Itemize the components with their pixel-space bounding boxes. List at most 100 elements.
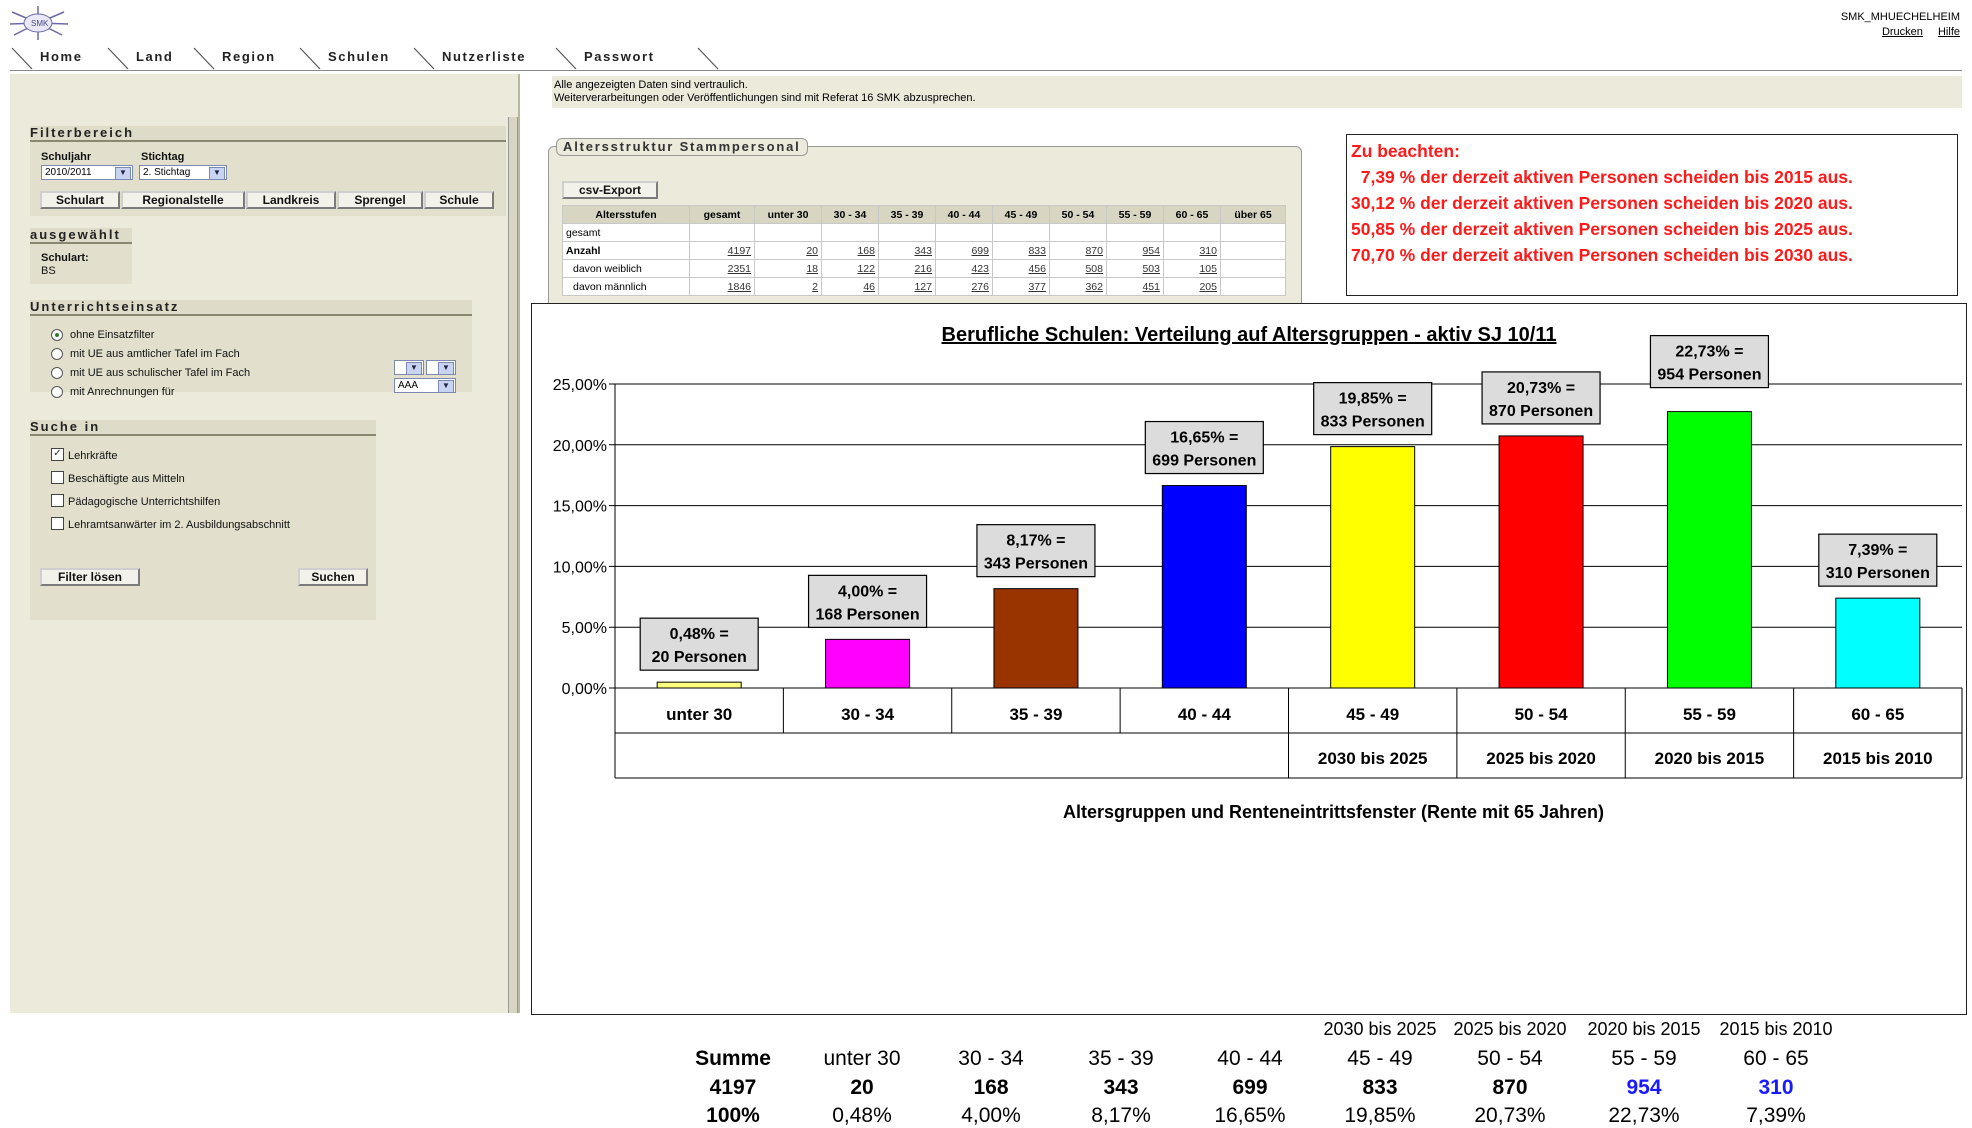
bar — [1666, 411, 1752, 689]
stichtag-select[interactable]: 2. Stichtag ▼ — [139, 165, 227, 180]
table-cell[interactable]: 4197 — [689, 241, 755, 260]
table-cell[interactable]: 310 — [1163, 241, 1221, 260]
table-cell[interactable]: 122 — [821, 259, 879, 278]
regionalstelle-button[interactable]: Regionalstelle — [121, 191, 245, 209]
table-cell — [689, 223, 755, 242]
table-cell[interactable]: 451 — [1106, 277, 1164, 296]
table-cell[interactable]: 503 — [1106, 259, 1164, 278]
cell-link[interactable]: 2 — [812, 281, 818, 293]
fach-select-1[interactable]: ▼ — [394, 360, 424, 375]
print-link[interactable]: Drucken — [1882, 26, 1923, 38]
cell-link[interactable]: 216 — [914, 263, 932, 275]
cell-link[interactable]: 168 — [857, 245, 875, 257]
filter-reset-button[interactable]: Filter lösen — [40, 568, 140, 586]
table-cell[interactable]: 168 — [821, 241, 879, 260]
schulart-button[interactable]: Schulart — [40, 191, 120, 209]
checkbox-lehrkraefte[interactable]: ✓ — [51, 448, 64, 461]
cell-link[interactable]: 310 — [1199, 245, 1217, 257]
table-cell[interactable]: 216 — [878, 259, 936, 278]
table-cell[interactable]: 362 — [1049, 277, 1107, 296]
summary-count: 870 — [1492, 1076, 1528, 1099]
table-cell[interactable]: 2351 — [689, 259, 755, 278]
column-header: 30 - 34 — [821, 205, 879, 224]
panel-resize-handle[interactable] — [508, 117, 518, 1013]
table-cell[interactable]: 508 — [1049, 259, 1107, 278]
cell-link[interactable]: 451 — [1142, 281, 1160, 293]
cell-link[interactable]: 127 — [914, 281, 932, 293]
search-button[interactable]: Suchen — [298, 568, 368, 586]
table-cell[interactable]: 276 — [935, 277, 993, 296]
summary-total-pct: 100% — [706, 1104, 760, 1127]
table-cell[interactable]: 1846 — [689, 277, 755, 296]
data-label: 833 Personen — [1321, 414, 1425, 431]
anrechnung-select[interactable]: AAA ▼ — [394, 378, 456, 393]
table-cell[interactable]: 377 — [992, 277, 1050, 296]
table-cell[interactable]: 46 — [821, 277, 879, 296]
schule-button[interactable]: Schule — [424, 191, 494, 209]
cell-link[interactable]: 1846 — [728, 281, 751, 293]
csv-export-button[interactable]: csv-Export — [562, 181, 658, 199]
y-tick-label: 10,00% — [553, 559, 607, 576]
cell-link[interactable]: 18 — [806, 263, 818, 275]
radio-schulische-tafel[interactable] — [51, 367, 63, 379]
table-header-row: Altersstufen gesamt unter 30 30 - 34 35 - 39… — [562, 205, 1286, 224]
column-header: 50 - 54 — [1049, 205, 1107, 224]
cell-link[interactable]: 46 — [863, 281, 875, 293]
radio-amtliche-tafel[interactable] — [51, 348, 63, 360]
table-cell[interactable]: 954 — [1106, 241, 1164, 260]
fach-select-2[interactable]: ▼ — [426, 360, 456, 375]
cell-link[interactable]: 2351 — [728, 263, 751, 275]
cell-link[interactable]: 508 — [1085, 263, 1103, 275]
table-cell[interactable]: 105 — [1163, 259, 1221, 278]
table-cell — [878, 223, 936, 242]
table-cell — [1163, 223, 1221, 242]
checkbox-paedagogische[interactable] — [51, 494, 64, 507]
cell-link[interactable]: 343 — [914, 245, 932, 257]
table-cell[interactable]: 699 — [935, 241, 993, 260]
cell-link[interactable]: 205 — [1199, 281, 1217, 293]
summary-category: 55 - 59 — [1611, 1047, 1677, 1070]
table-cell[interactable]: 2 — [754, 277, 822, 296]
summary-pct: 22,73% — [1608, 1104, 1680, 1127]
cell-link[interactable]: 4197 — [728, 245, 751, 257]
cell-link[interactable]: 699 — [971, 245, 989, 257]
radio-label: mit Anrechnungen für — [70, 386, 175, 398]
table-cell[interactable]: 423 — [935, 259, 993, 278]
data-label: 20 Personen — [652, 649, 747, 666]
checkbox-lehramtsanwaerter[interactable] — [51, 517, 64, 530]
table-cell[interactable]: 833 — [992, 241, 1050, 260]
radio-ohne-einsatzfilter[interactable] — [51, 329, 63, 341]
table-cell[interactable]: 20 — [754, 241, 822, 260]
cell-link[interactable]: 105 — [1199, 263, 1217, 275]
cell-link[interactable]: 423 — [971, 263, 989, 275]
radio-anrechnungen[interactable] — [51, 386, 63, 398]
summary-category: 35 - 39 — [1088, 1047, 1154, 1070]
table-cell[interactable]: 870 — [1049, 241, 1107, 260]
cell-link[interactable]: 276 — [971, 281, 989, 293]
table-cell[interactable]: 18 — [754, 259, 822, 278]
sprengel-button[interactable]: Sprengel — [337, 191, 423, 209]
cell-link[interactable]: 954 — [1142, 245, 1160, 257]
column-header: über 65 — [1220, 205, 1286, 224]
summary-window-label: 2025 bis 2020 — [1453, 1019, 1567, 1039]
cell-link[interactable]: 833 — [1028, 245, 1046, 257]
help-link[interactable]: Hilfe — [1938, 26, 1960, 38]
selected-label: Schulart: — [41, 252, 89, 264]
cell-link[interactable]: 870 — [1085, 245, 1103, 257]
cell-link[interactable]: 122 — [857, 263, 875, 275]
x-tick-label: 40 - 44 — [1178, 705, 1231, 724]
cell-link[interactable]: 377 — [1028, 281, 1046, 293]
cell-link[interactable]: 456 — [1028, 263, 1046, 275]
filter-section-title: Filterbereich — [30, 126, 506, 142]
window-label: 2030 bis 2025 — [1318, 749, 1428, 768]
cell-link[interactable]: 362 — [1085, 281, 1103, 293]
landkreis-button[interactable]: Landkreis — [246, 191, 336, 209]
cell-link[interactable]: 20 — [806, 245, 818, 257]
checkbox-beschaeftigte[interactable] — [51, 471, 64, 484]
table-cell[interactable]: 343 — [878, 241, 936, 260]
table-cell[interactable]: 127 — [878, 277, 936, 296]
table-cell[interactable]: 456 — [992, 259, 1050, 278]
schuljahr-select[interactable]: 2010/2011 ▼ — [41, 165, 133, 180]
cell-link[interactable]: 503 — [1142, 263, 1160, 275]
table-cell[interactable]: 205 — [1163, 277, 1221, 296]
